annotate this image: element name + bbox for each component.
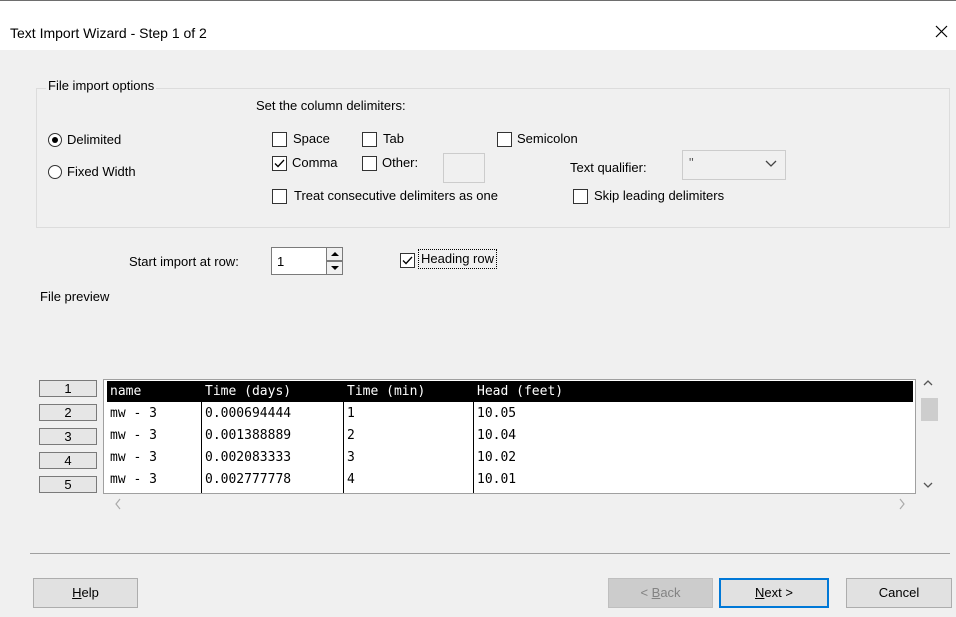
next-button[interactable]: Next > <box>719 578 829 608</box>
table-cell: 0.002777778 <box>205 472 292 487</box>
column-divider[interactable] <box>473 381 474 493</box>
table-cell: 0.002083333 <box>205 450 292 465</box>
next-label-rest: ext > <box>764 585 793 600</box>
footer-separator <box>30 553 950 554</box>
table-cell: mw - 3 <box>110 472 157 487</box>
table-cell: 10.01 <box>477 472 517 487</box>
row-number-button[interactable]: 4 <box>39 452 97 469</box>
next-mnemonic: N <box>755 585 765 600</box>
delimiters-label: Set the column delimiters: <box>256 98 406 113</box>
back-label-prefix: < <box>640 585 652 600</box>
help-mnemonic: H <box>72 585 82 600</box>
table-cell: 0.000694444 <box>205 406 292 421</box>
table-cell: 1 <box>347 406 355 421</box>
tab-checkbox[interactable] <box>362 132 377 147</box>
column-divider[interactable] <box>343 381 344 493</box>
vertical-scrollbar[interactable] <box>918 370 938 500</box>
start-row-input[interactable]: 1 <box>271 247 327 275</box>
start-row-label: Start import at row: <box>129 254 239 269</box>
header-cell: name <box>107 381 201 402</box>
semicolon-checkbox[interactable] <box>497 132 512 147</box>
group-legend: File import options <box>46 78 157 93</box>
triangle-down-icon <box>331 266 339 270</box>
table-cell: 0.001388889 <box>205 428 292 443</box>
row-number-button[interactable]: 2 <box>39 404 97 421</box>
cancel-button[interactable]: Cancel <box>846 578 952 608</box>
start-row-value: 1 <box>277 254 285 269</box>
table-cell: 10.04 <box>477 428 517 443</box>
chevron-up-icon[interactable] <box>923 379 933 386</box>
file-preview-grid[interactable]: name Time (days) Time (min) Head (feet) … <box>103 379 916 494</box>
chevron-left-icon[interactable] <box>114 498 122 510</box>
triangle-up-icon <box>331 252 339 256</box>
delimited-radio[interactable] <box>48 133 62 147</box>
table-cell: 4 <box>347 472 355 487</box>
help-label-rest: elp <box>81 585 99 600</box>
other-delimiter-input[interactable] <box>443 153 485 183</box>
title-bar: Text Import Wizard - Step 1 of 2 <box>0 0 956 50</box>
space-label[interactable]: Space <box>293 131 330 146</box>
table-cell: 10.05 <box>477 406 517 421</box>
skip-leading-label[interactable]: Skip leading delimiters <box>594 188 724 203</box>
header-cell: Time (min) <box>344 381 473 402</box>
text-qualifier-label: Text qualifier: <box>570 160 647 175</box>
chevron-right-icon[interactable] <box>898 498 906 510</box>
other-label[interactable]: Other: <box>382 155 418 170</box>
header-cell: Head (feet) <box>474 381 674 402</box>
text-qualifier-value: " <box>689 155 694 170</box>
table-cell: 10.02 <box>477 450 517 465</box>
other-checkbox[interactable] <box>362 156 377 171</box>
chevron-down-icon <box>765 160 777 167</box>
space-checkbox[interactable] <box>272 132 287 147</box>
delimited-label[interactable]: Delimited <box>67 132 121 147</box>
back-label-rest: ack <box>660 585 681 600</box>
scrollbar-thumb[interactable] <box>921 398 938 421</box>
table-cell: mw - 3 <box>110 406 157 421</box>
consecutive-delimiters-label[interactable]: Treat consecutive delimiters as one <box>294 188 498 203</box>
text-qualifier-select[interactable]: " <box>682 150 786 180</box>
table-cell: 2 <box>347 428 355 443</box>
table-cell: 3 <box>347 450 355 465</box>
fixed-width-label[interactable]: Fixed Width <box>67 164 136 179</box>
checkmark-icon <box>402 256 413 265</box>
spin-down-button[interactable] <box>326 261 343 275</box>
fixed-width-radio[interactable] <box>48 165 62 179</box>
header-cell: Time (days) <box>202 381 343 402</box>
close-icon <box>935 25 948 38</box>
consecutive-delimiters-checkbox[interactable] <box>272 189 287 204</box>
spin-up-button[interactable] <box>326 247 343 261</box>
table-cell: mw - 3 <box>110 450 157 465</box>
file-import-options-group <box>36 88 950 228</box>
row-number-button[interactable]: 5 <box>39 476 97 493</box>
table-cell: mw - 3 <box>110 428 157 443</box>
close-button[interactable] <box>926 15 956 49</box>
help-button[interactable]: Help <box>33 578 138 608</box>
back-button[interactable]: < Back <box>608 578 713 608</box>
comma-checkbox[interactable] <box>272 156 287 171</box>
column-divider[interactable] <box>201 381 202 493</box>
file-preview-label: File preview <box>40 289 110 304</box>
window-title: Text Import Wizard - Step 1 of 2 <box>10 25 207 41</box>
row-number-button[interactable]: 1 <box>39 380 97 397</box>
checkmark-icon <box>274 159 285 168</box>
heading-row-checkbox[interactable] <box>400 253 415 268</box>
chevron-down-icon[interactable] <box>923 482 933 489</box>
semicolon-label[interactable]: Semicolon <box>517 131 578 146</box>
comma-label[interactable]: Comma <box>292 155 338 170</box>
heading-row-label[interactable]: Heading row <box>418 249 497 269</box>
skip-leading-checkbox[interactable] <box>573 189 588 204</box>
row-number-button[interactable]: 3 <box>39 428 97 445</box>
tab-label[interactable]: Tab <box>383 131 404 146</box>
